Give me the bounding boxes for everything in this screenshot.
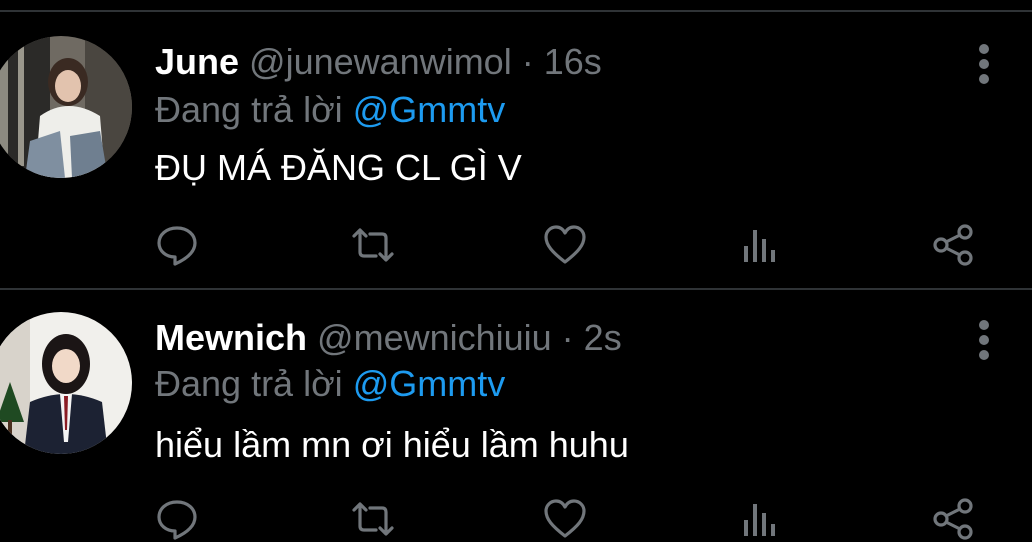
tweet-text: ĐỤ MÁ ĐĂNG CL GÌ V (155, 147, 522, 188)
tweet-actions (0, 496, 1032, 542)
timestamp[interactable]: 2s (584, 317, 622, 358)
tweet-header: June @junewanwimol · 16s (155, 42, 602, 82)
tweet-actions (0, 222, 1032, 268)
share-icon[interactable] (930, 222, 976, 268)
separator: · (511, 41, 544, 82)
tweet-reply[interactable]: Mewnich @mewnichiuiu · 2s Đang trả lời @… (0, 290, 1032, 540)
reply-icon[interactable] (154, 496, 200, 542)
username[interactable]: @junewanwimol (249, 41, 512, 82)
replying-to-label: Đang trả lời (155, 89, 343, 130)
like-icon[interactable] (542, 496, 588, 542)
username[interactable]: @mewnichiuiu (317, 317, 552, 358)
mention-link[interactable]: @Gmmtv (353, 363, 506, 404)
tweet-text: hiểu lầm mn ơi hiểu lầm huhu (155, 424, 629, 465)
separator: · (551, 317, 584, 358)
timestamp[interactable]: 16s (544, 41, 602, 82)
avatar[interactable] (0, 36, 132, 178)
analytics-icon[interactable] (736, 222, 782, 268)
mention-link[interactable]: @Gmmtv (353, 89, 506, 130)
display-name[interactable]: Mewnich (155, 317, 307, 358)
more-options-icon[interactable] (972, 44, 996, 84)
more-options-icon[interactable] (972, 320, 996, 360)
replying-to: Đang trả lời @Gmmtv (155, 364, 505, 404)
analytics-icon[interactable] (736, 496, 782, 542)
tweet-reply[interactable]: June @junewanwimol · 16s Đang trả lời @G… (0, 12, 1032, 288)
display-name[interactable]: June (155, 41, 239, 82)
retweet-icon[interactable] (350, 222, 396, 268)
avatar[interactable] (0, 312, 132, 454)
tweet-header: Mewnich @mewnichiuiu · 2s (155, 318, 622, 358)
replying-to-label: Đang trả lời (155, 363, 343, 404)
share-icon[interactable] (930, 496, 976, 542)
like-icon[interactable] (542, 222, 588, 268)
retweet-icon[interactable] (350, 496, 396, 542)
replying-to: Đang trả lời @Gmmtv (155, 90, 505, 130)
reply-icon[interactable] (154, 222, 200, 268)
